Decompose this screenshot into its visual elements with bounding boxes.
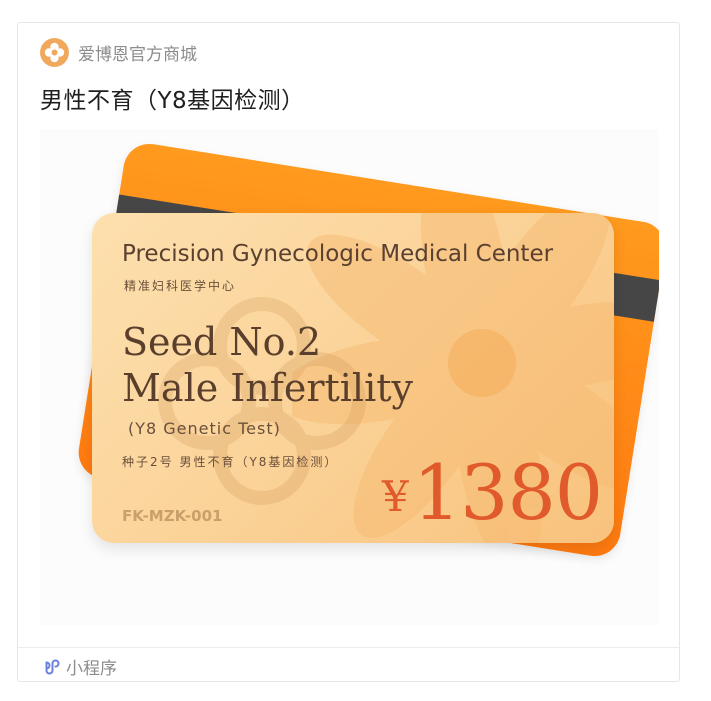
mini-program-label: 小程序 — [66, 659, 117, 679]
product-line-1: Seed No.2 — [122, 320, 322, 364]
product-code: FK-MZK-001 — [122, 507, 223, 525]
currency-symbol: ¥ — [382, 472, 409, 521]
price: ¥1380 — [382, 448, 603, 537]
brand-name: 爱博恩官方商城 — [78, 44, 197, 65]
genetic-test-label: (Y8 Genetic Test) — [128, 419, 281, 438]
plum-blossom-logo-icon — [40, 37, 69, 67]
product-line-2: Male Infertility — [122, 366, 413, 410]
mini-program-footer[interactable]: 小程序 — [40, 654, 117, 679]
product-image[interactable]: Precision Gynecologic Medical Center 精准妇… — [40, 129, 659, 625]
share-card[interactable]: 爱博恩官方商城 男性不育（Y8基因检测） Precision Gynecolog… — [17, 22, 680, 682]
center-name: Precision Gynecologic Medical Center — [122, 241, 554, 267]
mini-program-icon — [45, 659, 60, 674]
card-header: 爱博恩官方商城 — [40, 37, 197, 67]
center-name-cn: 精准妇科医学中心 — [124, 279, 237, 293]
product-title: 男性不育（Y8基因检测） — [40, 88, 305, 114]
footer-divider — [18, 647, 679, 648]
product-name-cn: 种子2号 男性不育（Y8基因检测） — [122, 455, 339, 469]
price-value: 1380 — [412, 448, 603, 537]
front-card: Precision Gynecologic Medical Center 精准妇… — [92, 213, 614, 543]
